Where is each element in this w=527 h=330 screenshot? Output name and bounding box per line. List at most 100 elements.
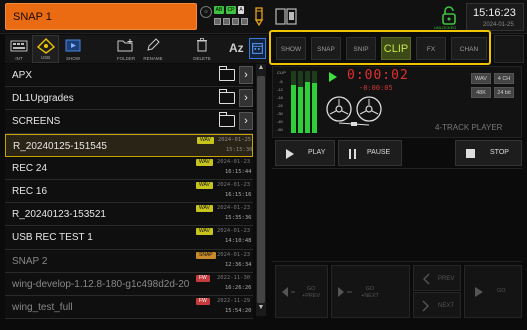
meter-label: -18 [277, 95, 283, 100]
snapshot-name: SNAP 1 [13, 11, 52, 23]
new-folder-button[interactable]: FOLDER [113, 35, 139, 63]
go-next-button[interactable]: GO +NEXT [331, 265, 410, 318]
folder-row[interactable]: SCREENS › [5, 110, 253, 134]
file-type-badge: WAV [196, 158, 213, 166]
meter-label: -6 [279, 79, 283, 84]
delete-label: DELETE [193, 56, 211, 61]
pause-label: PAUSE [367, 149, 391, 156]
file-type-badge: WAV [196, 228, 213, 236]
file-type-badge: SNAP [196, 251, 216, 259]
play-label: PLAY [308, 149, 326, 156]
usb-storage-icon [36, 38, 55, 54]
scroll-thumb[interactable] [257, 76, 265, 303]
rename-label: RENAME [143, 56, 163, 61]
file-name: SNAP 2 [12, 255, 48, 267]
file-list: APX › DL1Upgrades › SCREENS › R_20240125… [5, 64, 253, 320]
clock: 15:16:23 2024-01-25 [466, 3, 524, 31]
usb-status: ☼ AB CP A [200, 4, 248, 30]
format-badge: WAV [471, 73, 491, 84]
delete-button[interactable]: DELETE [189, 35, 215, 63]
show-storage-button[interactable]: SHOW [61, 35, 85, 63]
lock-icon[interactable] [440, 5, 458, 27]
tab-show[interactable]: SHOW [276, 37, 306, 60]
file-type-badge: WAV [196, 205, 213, 213]
file-date: 2024-01-23 [217, 251, 251, 258]
file-row[interactable]: wing_test_full FW 2022-11-29 15:54:20 [5, 295, 253, 320]
file-row-selected[interactable]: R_20240125-151545 WAV 2024-01-25 15:15:3… [5, 133, 253, 157]
tab-fx[interactable]: FX [416, 37, 446, 60]
next-chevron-icon [422, 300, 429, 312]
file-row[interactable]: SNAP 2 SNAP 2024-01-23 12:36:34 [5, 249, 253, 273]
play-button[interactable]: PLAY [275, 140, 335, 166]
tab-snip[interactable]: SNIP [346, 37, 376, 60]
trash-icon [197, 38, 207, 52]
tab-chan[interactable]: CHAN [451, 37, 487, 60]
int-storage-button[interactable]: INT [7, 35, 31, 63]
file-row[interactable]: R_20240123-153521 WAV 2024-01-23 15:35:3… [5, 203, 253, 227]
file-row[interactable]: USB REC TEST 1 WAV 2024-01-23 14:10:48 [5, 226, 253, 250]
file-row[interactable]: REC 24 WAV 2024-01-23 16:15:44 [5, 156, 253, 180]
meter-fill [305, 82, 310, 133]
player-title: 4-TRACK PLAYER [435, 123, 503, 132]
file-name: wing_test_full [12, 301, 73, 313]
enter-folder-arrow-icon[interactable]: › [239, 89, 253, 108]
enter-folder-arrow-icon[interactable]: › [239, 112, 253, 131]
file-time: 16:15:44 [225, 168, 252, 175]
file-row[interactable]: wing-develop-1.12.8-180-g1c498d2d-20 FW … [5, 272, 253, 296]
go-prev-icon [282, 287, 295, 297]
meter-fill [291, 84, 296, 133]
go-prev-button[interactable]: GO +PREV [275, 265, 328, 318]
folder-icon [219, 66, 235, 81]
timecode-remaining: -0:00:05 [359, 84, 393, 92]
file-time: 14:10:48 [225, 238, 252, 245]
folder-name: SCREENS [12, 116, 61, 128]
stop-button[interactable]: STOP [455, 140, 522, 166]
rename-button[interactable]: RENAME [139, 35, 167, 63]
prev-button[interactable]: PREV [413, 265, 461, 291]
folder-name: DL1Upgrades [12, 93, 74, 105]
pen-icon[interactable] [252, 7, 266, 27]
file-name: R_20240123-153521 [12, 209, 106, 221]
device-icon[interactable] [275, 7, 297, 27]
file-row[interactable]: REC 16 WAV 2024-01-23 16:15:16 [5, 179, 253, 204]
extra-tab-button[interactable] [494, 35, 524, 63]
file-name: USB REC TEST 1 [12, 232, 93, 244]
file-name: REC 24 [12, 162, 48, 174]
timecode-elapsed: 0:00:02 [347, 68, 409, 83]
folder-name: APX [12, 70, 33, 81]
file-toolbar: INT USB SHOW FOLDER RENAME DELETE Az [5, 35, 267, 63]
play-icon [286, 149, 294, 159]
level-meter [298, 71, 303, 133]
file-time: 15:15:30 [226, 146, 253, 153]
file-date: 2024-01-23 [217, 181, 251, 188]
tab-clip[interactable]: CLIP [381, 37, 411, 60]
clip-empty-panel [272, 168, 522, 262]
file-time: 16:26:26 [225, 284, 252, 291]
go-button[interactable]: GO [464, 265, 522, 318]
tab-snap[interactable]: SNAP [311, 37, 341, 60]
scroll-down-icon[interactable]: ▼ [256, 304, 266, 314]
pause-button[interactable]: PAUSE [338, 140, 402, 166]
bit-depth-badge: 24 bit [494, 87, 514, 98]
folder-row[interactable]: APX › [5, 64, 253, 88]
scroll-up-icon[interactable]: ▲ [256, 64, 266, 74]
new-folder-icon [117, 39, 133, 52]
usb-storage-button[interactable]: USB [32, 35, 59, 63]
prev-label: PREV [438, 276, 455, 282]
top-bar: SNAP 1 ☼ AB CP A UNLOCKED 15:16:23 2024-… [0, 0, 527, 34]
rename-pencil-icon [147, 38, 160, 51]
stop-icon [466, 149, 475, 158]
file-name: R_20240125-151545 [13, 140, 107, 152]
meter-label: -12 [277, 87, 283, 92]
next-button[interactable]: NEXT [413, 292, 461, 318]
mode-tab-bar: SHOW SNAP SNIP CLIP FX CHAN [269, 30, 491, 65]
prev-chevron-icon [423, 273, 430, 285]
enter-folder-arrow-icon[interactable]: › [239, 66, 253, 84]
folder-label: FOLDER [116, 56, 136, 61]
sort-alpha-button[interactable]: Az [229, 41, 244, 55]
file-type-badge: FW [196, 297, 210, 305]
sort-date-icon[interactable] [249, 38, 266, 59]
meter-fill [312, 83, 317, 133]
snapshot-name-box[interactable]: SNAP 1 [5, 3, 197, 30]
folder-row[interactable]: DL1Upgrades › [5, 87, 253, 111]
